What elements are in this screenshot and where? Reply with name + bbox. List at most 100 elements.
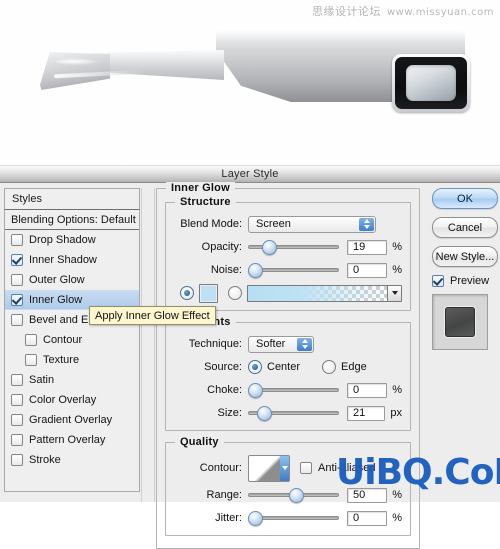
noise-input[interactable]: 0	[347, 262, 388, 278]
new-style-button[interactable]: New Style...	[432, 246, 498, 267]
texture-checkbox[interactable]	[25, 353, 37, 366]
quality-group-title: Quality	[175, 436, 224, 448]
stroke-label: Stroke	[29, 453, 61, 466]
size-label: Size:	[217, 407, 242, 419]
pattern-overlay-checkbox[interactable]	[11, 433, 23, 446]
metallic-device-render	[40, 28, 470, 123]
glow-gradient-radio[interactable]	[228, 286, 242, 300]
drop-shadow-checkbox[interactable]	[11, 233, 23, 246]
jitter-slider-knob[interactable]	[248, 511, 263, 526]
inner-shadow-checkbox[interactable]	[11, 253, 23, 266]
source-center-radio[interactable]	[248, 360, 262, 374]
watermark-top-url: www.missyuan.com	[387, 7, 494, 18]
updown-arrows-icon[interactable]	[297, 337, 312, 351]
device-screen-frame	[395, 57, 467, 109]
contour-preset-picker[interactable]	[248, 454, 290, 482]
inner-glow-checkbox[interactable]	[11, 293, 23, 306]
choke-slider[interactable]	[248, 383, 339, 398]
jitter-input[interactable]: 0	[347, 510, 388, 526]
tooltip-apply-inner-glow: Apply Inner Glow Effect	[89, 306, 216, 325]
list-item-outer-glow[interactable]: Outer Glow	[5, 270, 139, 290]
preview-checkbox[interactable]	[432, 275, 444, 287]
list-item-inner-shadow[interactable]: Inner Shadow	[5, 250, 139, 270]
contour-checkbox[interactable]	[25, 333, 37, 346]
chevron-down-icon[interactable]	[387, 285, 401, 301]
opacity-label: Opacity:	[201, 241, 242, 253]
choke-input[interactable]: 0	[347, 382, 388, 398]
stroke-checkbox[interactable]	[11, 453, 23, 466]
device-screen-glass	[406, 65, 456, 101]
size-slider[interactable]	[248, 406, 339, 421]
technique-select[interactable]: Softer	[248, 335, 314, 353]
jitter-slider[interactable]	[248, 511, 339, 526]
list-item-stroke[interactable]: Stroke	[5, 450, 139, 470]
list-item-pattern-overlay[interactable]: Pattern Overlay	[5, 430, 139, 450]
noise-unit: %	[392, 264, 402, 276]
glow-color-radio[interactable]	[180, 286, 194, 300]
gradient-overlay-label: Gradient Overlay	[29, 413, 113, 426]
glow-gradient-preview[interactable]	[247, 284, 402, 302]
dialog-titlebar[interactable]: Layer Style	[0, 165, 500, 183]
list-item-texture[interactable]: Texture	[5, 350, 139, 370]
styles-header[interactable]: Styles	[4, 188, 140, 209]
new-style-button-label: New Style...	[435, 250, 495, 263]
chevron-down-icon[interactable]	[280, 455, 289, 481]
layer-style-dialog: Layer Style Styles Blending Options: Def…	[0, 165, 500, 549]
source-center-label: Center	[267, 361, 301, 373]
noise-value: 0	[353, 264, 360, 276]
ok-button-label: OK	[457, 192, 473, 205]
jitter-label: Jitter:	[215, 512, 242, 524]
cancel-button-label: Cancel	[447, 221, 483, 234]
style-preview-thumbnail	[432, 294, 488, 350]
opacity-value: 19	[353, 241, 366, 253]
blend-mode-label: Blend Mode:	[180, 218, 242, 230]
blend-mode-select[interactable]: Screen	[248, 215, 376, 233]
updown-arrows-icon[interactable]	[359, 217, 374, 231]
list-item-satin[interactable]: Satin	[5, 370, 139, 390]
bevel-and-emboss-checkbox[interactable]	[11, 313, 23, 326]
opacity-input[interactable]: 19	[347, 239, 388, 255]
list-item-contour[interactable]: Contour	[5, 330, 139, 350]
opacity-row: Opacity: 19 %	[174, 237, 402, 257]
opacity-slider-knob[interactable]	[261, 240, 277, 255]
screenshot-root: 思缘设计论坛 www.missyuan.com Layer Style Style	[0, 0, 500, 549]
tooltip-text: Apply Inner Glow Effect	[95, 309, 210, 322]
noise-slider[interactable]	[248, 263, 339, 278]
preview-toggle[interactable]: Preview	[432, 275, 498, 287]
size-input[interactable]: 21	[347, 405, 386, 421]
list-item-gradient-overlay[interactable]: Gradient Overlay	[5, 410, 139, 430]
pattern-overlay-label: Pattern Overlay	[29, 433, 106, 446]
anti-aliased-checkbox[interactable]	[300, 462, 312, 474]
size-slider-knob[interactable]	[257, 406, 273, 421]
noise-slider-knob[interactable]	[248, 263, 263, 278]
ok-button[interactable]: OK	[432, 188, 498, 209]
gradient-overlay-checkbox[interactable]	[11, 413, 23, 426]
list-item-color-overlay[interactable]: Color Overlay	[5, 390, 139, 410]
glow-fill-row	[174, 283, 402, 303]
choke-slider-knob[interactable]	[248, 383, 263, 398]
quality-contour-label: Contour:	[199, 462, 242, 474]
blending-options-label: Blending Options: Default	[11, 213, 136, 226]
inner-glow-label: Inner Glow	[29, 293, 83, 306]
list-item-blending-options[interactable]: Blending Options: Default	[5, 210, 139, 230]
opacity-slider[interactable]	[248, 240, 339, 255]
watermark-top: 思缘设计论坛 www.missyuan.com	[312, 3, 494, 19]
structure-group-title: Structure	[175, 196, 236, 208]
styles-column: Styles Blending Options: Default Drop Sh…	[4, 188, 140, 502]
outer-glow-checkbox[interactable]	[11, 273, 23, 286]
canvas-artboard: 思缘设计论坛 www.missyuan.com	[0, 0, 500, 165]
effects-list[interactable]: Blending Options: Default Drop Shadow In…	[4, 209, 140, 492]
cancel-button[interactable]: Cancel	[432, 217, 498, 238]
technique-label: Technique:	[188, 338, 242, 350]
list-item-drop-shadow[interactable]: Drop Shadow	[5, 230, 139, 250]
color-overlay-label: Color Overlay	[29, 393, 97, 406]
technique-value: Softer	[256, 338, 286, 350]
glow-color-swatch[interactable]	[199, 283, 218, 303]
source-edge-radio[interactable]	[322, 360, 337, 374]
range-slider-knob[interactable]	[288, 488, 304, 503]
drop-shadow-label: Drop Shadow	[29, 233, 96, 246]
satin-checkbox[interactable]	[11, 373, 23, 386]
choke-label: Choke:	[207, 384, 242, 396]
source-row: Source: Center Edge	[174, 357, 402, 377]
color-overlay-checkbox[interactable]	[11, 393, 23, 406]
